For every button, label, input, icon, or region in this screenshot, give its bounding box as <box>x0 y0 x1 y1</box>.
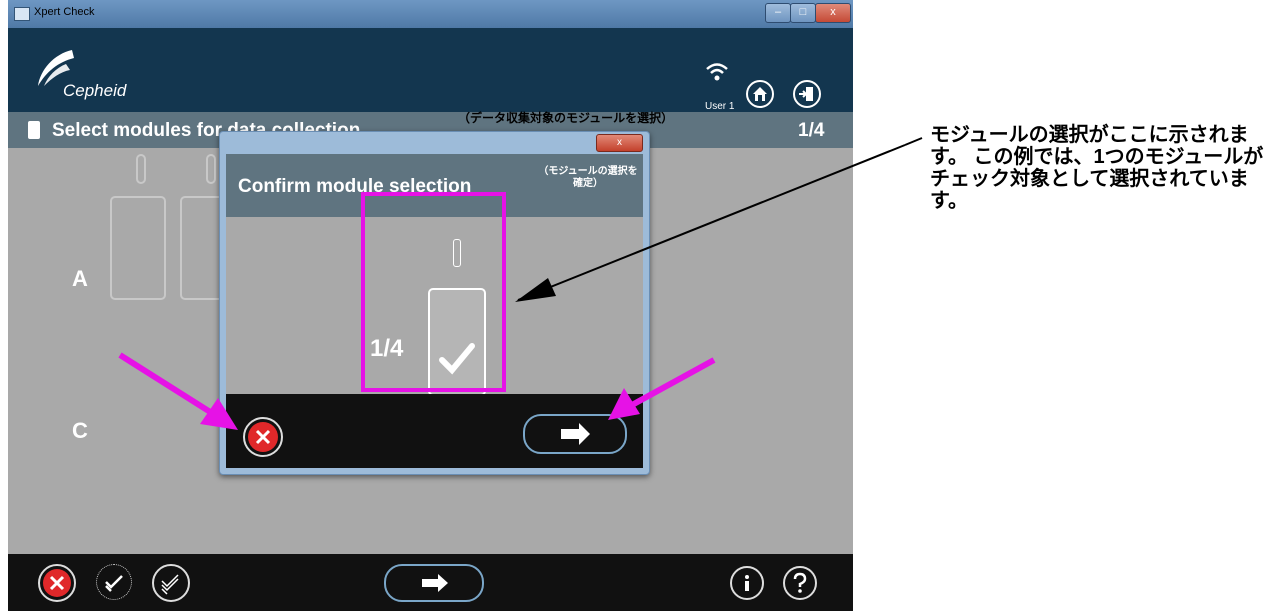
callout-arrow-black <box>515 137 923 302</box>
pointer-arrow-magenta-left <box>118 352 238 430</box>
pointer-arrow-magenta-right <box>608 357 716 420</box>
annotation-arrows <box>118 137 923 430</box>
